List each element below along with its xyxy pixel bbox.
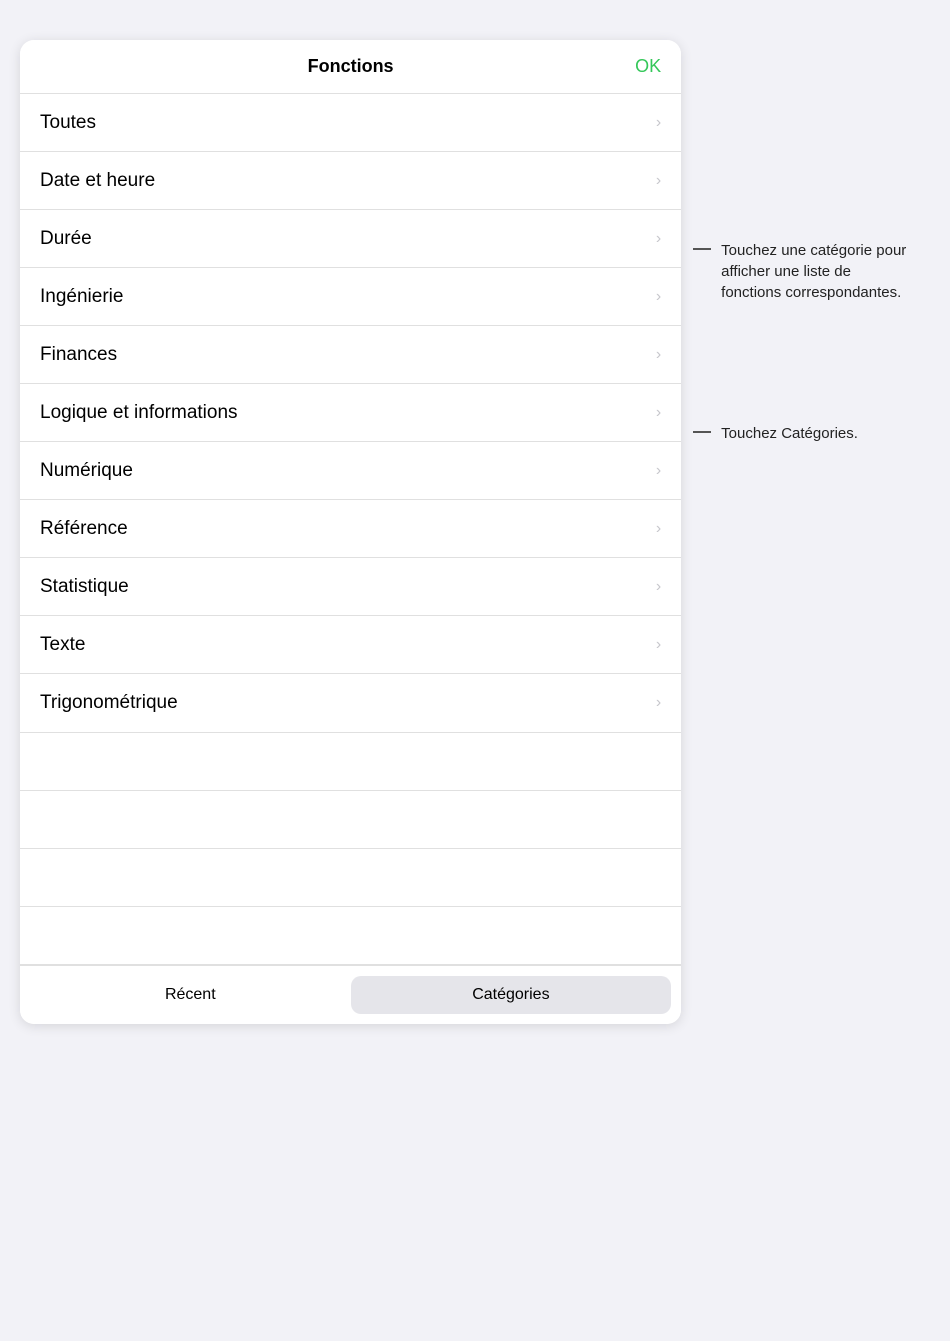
chevron-icon-trigonometrique: › [656, 694, 661, 712]
tab-categories[interactable]: Catégories [351, 976, 672, 1014]
tab-recent[interactable]: Récent [30, 976, 351, 1014]
empty-row-3 [20, 849, 681, 907]
list-item-label-ingenierie: Ingénierie [40, 286, 123, 308]
list-item-label-numerique: Numérique [40, 460, 133, 482]
bottom-tabs: RécentCatégories [20, 965, 681, 1024]
list-container: Toutes›Date et heure›Durée›Ingénierie›Fi… [20, 94, 681, 732]
ok-button[interactable]: OK [635, 56, 661, 77]
list-item-label-trigonometrique: Trigonométrique [40, 692, 178, 714]
list-item-label-duree: Durée [40, 228, 92, 250]
list-item-reference[interactable]: Référence › [20, 500, 681, 558]
chevron-icon-date-et-heure: › [656, 172, 661, 190]
list-item-label-reference: Référence [40, 518, 128, 540]
chevron-icon-texte: › [656, 636, 661, 654]
chevron-icon-duree: › [656, 230, 661, 248]
list-item-label-toutes: Toutes [40, 112, 96, 134]
empty-row-1 [20, 733, 681, 791]
list-item-duree[interactable]: Durée › [20, 210, 681, 268]
chevron-icon-statistique: › [656, 578, 661, 596]
chevron-icon-ingenierie: › [656, 288, 661, 306]
list-item-texte[interactable]: Texte › [20, 616, 681, 674]
chevron-icon-toutes: › [656, 114, 661, 132]
panel: Fonctions OK Toutes › Date et heure › Durée ›… [20, 40, 681, 1024]
empty-row-2 [20, 791, 681, 849]
list-item-trigonometrique[interactable]: Trigonométrique › [20, 674, 681, 732]
empty-row-4 [20, 907, 681, 965]
annotation-bottom-text: Touchez Catégories. [721, 423, 858, 444]
list-item-label-date-et-heure: Date et heure [40, 170, 155, 192]
list-item-date-et-heure[interactable]: Date et heure › [20, 152, 681, 210]
chevron-icon-reference: › [656, 520, 661, 538]
annotation-line-1 [693, 240, 711, 250]
list-item-ingenierie[interactable]: Ingénierie › [20, 268, 681, 326]
annotation-categories: Touchez une catégorie pour afficher une … [693, 240, 930, 303]
annotation-area: Touchez une catégorie pour afficher une … [693, 40, 930, 444]
annotation-dash-1 [693, 248, 711, 250]
list-item-finances[interactable]: Finances › [20, 326, 681, 384]
annotation-bottom: Touchez Catégories. [693, 423, 930, 444]
panel-title: Fonctions [308, 56, 394, 77]
list-item-label-statistique: Statistique [40, 576, 129, 598]
list-item-label-logique-et-informations: Logique et informations [40, 402, 238, 424]
list-item-label-texte: Texte [40, 634, 85, 656]
list-item-label-finances: Finances [40, 344, 117, 366]
annotation-line-2 [693, 423, 711, 433]
chevron-icon-numerique: › [656, 462, 661, 480]
list-item-numerique[interactable]: Numérique › [20, 442, 681, 500]
list-item-logique-et-informations[interactable]: Logique et informations › [20, 384, 681, 442]
chevron-icon-finances: › [656, 346, 661, 364]
annotation-categories-text: Touchez une catégorie pour afficher une … [721, 240, 911, 303]
outer-container: Fonctions OK Toutes › Date et heure › Durée ›… [20, 40, 930, 1024]
chevron-icon-logique-et-informations: › [656, 404, 661, 422]
annotation-dash-2 [693, 431, 711, 433]
header: Fonctions OK [20, 40, 681, 94]
empty-rows [20, 732, 681, 965]
list-item-statistique[interactable]: Statistique › [20, 558, 681, 616]
list-item-toutes[interactable]: Toutes › [20, 94, 681, 152]
